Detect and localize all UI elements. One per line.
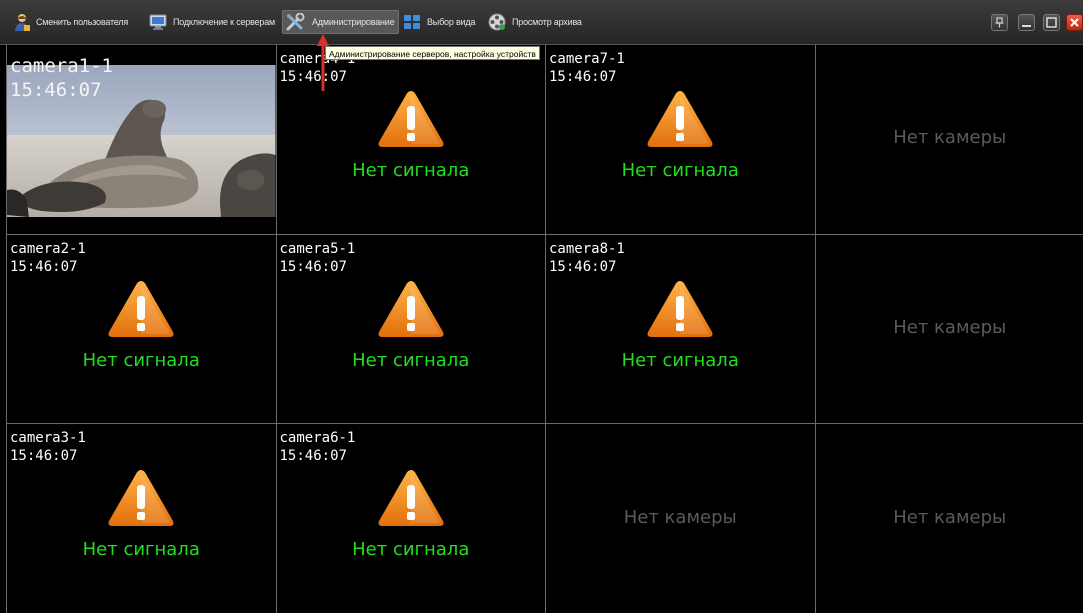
camera-grid: camera1-1 15:46:07 camera4-1 15:46:07 Нет с… [6,45,1083,613]
empty-camera-slot[interactable]: Нет камеры [815,424,1083,613]
warning-icon [647,280,713,337]
tools-icon [286,13,305,31]
empty-camera-slot[interactable]: Нет камеры [546,424,815,613]
warning-icon [378,280,444,337]
annotation-arrow [317,34,329,91]
administration-tooltip: Администрирование серверов, настройка ус… [325,46,540,60]
no-signal-label: Нет сигнала [621,160,739,181]
connect-servers-label: Подключение к серверам [173,17,276,27]
empty-camera-slot[interactable]: Нет камеры [815,45,1083,234]
camera-name: camera6-1 [279,430,356,447]
view-archive-button[interactable]: Просмотр архива [488,10,582,34]
warning-icon [378,470,444,527]
switch-user-label: Сменить пользователя [36,17,128,27]
administration-label: Администрирование [312,17,395,27]
camera-tile[interactable]: camera7-1 15:46:07 Нет сигнала [546,45,815,234]
camera-tile[interactable]: camera6-1 15:46:07 Нет сигнала [276,424,545,613]
warning-icon [108,280,174,337]
camera-tile[interactable]: camera8-1 15:46:07 Нет сигнала [546,234,815,424]
close-button[interactable] [1066,14,1083,31]
no-signal-label: Нет сигнала [82,349,200,371]
select-view-button[interactable]: Выбор вида [403,10,475,34]
camera-name: camera2-1 [10,240,86,257]
camera-name: camera7-1 [549,51,625,67]
maximize-icon [1046,17,1057,28]
minimize-button[interactable] [1018,14,1035,31]
toolbar: Сменить пользователя Подключение к серве… [0,0,1083,45]
camera-timestamp: 15:46:07 [279,448,347,465]
view-archive-label: Просмотр архива [512,17,582,27]
maximize-button[interactable] [1043,14,1060,31]
minimize-icon [1022,25,1031,27]
select-view-label: Выбор вида [427,17,476,27]
warning-icon [647,91,713,147]
no-camera-label: Нет камеры [893,316,1007,338]
no-signal-label: Нет сигнала [82,539,200,561]
no-camera-label: Нет камеры [623,506,737,528]
no-camera-label: Нет камеры [893,506,1007,528]
no-signal-label: Нет сигнала [352,160,470,181]
camera-timestamp: 15:46:07 [549,69,617,85]
administration-button[interactable]: Администрирование [282,10,400,34]
switch-user-button[interactable]: Сменить пользователя [14,10,128,34]
camera-timestamp: 15:46:07 [10,258,78,275]
camera-tile[interactable]: camera5-1 15:46:07 Нет сигнала [276,234,545,424]
pin-button[interactable] [991,14,1008,31]
camera-name: camera8-1 [549,240,625,257]
camera-name: camera1-1 [10,55,113,77]
no-signal-label: Нет сигнала [352,539,470,561]
pin-icon [995,17,1004,28]
monitor-icon [149,14,167,30]
camera-tile[interactable]: camera2-1 15:46:07 Нет сигнала [7,234,276,424]
no-camera-label: Нет камеры [893,127,1007,149]
layout-grid-icon [404,15,420,29]
no-signal-label: Нет сигнала [352,349,470,371]
user-icon [15,14,30,31]
camera-tile[interactable]: camera3-1 15:46:07 Нет сигнала [7,424,276,613]
camera-tile[interactable]: camera1-1 15:46:07 [7,45,276,234]
warning-icon [108,470,174,527]
camera-timestamp: 15:46:07 [279,258,347,275]
camera-timestamp: 15:46:07 [10,79,102,101]
camera-name: camera3-1 [10,430,86,447]
warning-icon [378,91,444,147]
camera-timestamp: 15:46:07 [549,258,617,275]
connect-servers-button[interactable]: Подключение к серверам [149,10,275,34]
camera-timestamp: 15:46:07 [10,448,78,465]
camera-name: camera5-1 [279,240,356,257]
camera-timestamp: 15:46:07 [279,69,347,85]
empty-camera-slot[interactable]: Нет камеры [815,234,1083,424]
no-signal-label: Нет сигнала [621,349,739,371]
close-icon [1070,18,1079,27]
film-reel-icon [488,13,506,31]
